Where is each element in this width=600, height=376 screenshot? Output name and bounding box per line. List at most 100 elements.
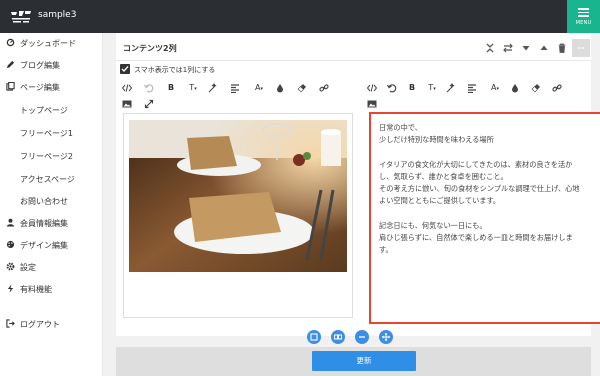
droplet-icon bbox=[512, 84, 518, 93]
sidebar-item-paid-features[interactable]: 有料機能 bbox=[0, 279, 103, 299]
add-single-block-button[interactable] bbox=[307, 330, 321, 344]
delete-button[interactable] bbox=[553, 39, 571, 57]
sidebar-item-member[interactable]: 会員情報編集 bbox=[0, 213, 103, 233]
more-options-button[interactable] bbox=[572, 39, 590, 57]
sidebar-item-blog[interactable]: ブログ編集 bbox=[0, 55, 103, 75]
sidebar-item-label: ページ編集 bbox=[20, 83, 60, 92]
font-color-button[interactable]: A▾ bbox=[249, 80, 269, 96]
text-style-button[interactable] bbox=[205, 80, 225, 96]
sidebar-item-access-page[interactable]: アクセスページ bbox=[0, 169, 103, 189]
right-toolbar-row2 bbox=[364, 96, 394, 112]
collapse-icon bbox=[486, 43, 494, 53]
sp-single-column-checkbox[interactable] bbox=[120, 64, 130, 74]
text-line: し、気取らず、誰かと食卓を囲むこと。 bbox=[379, 171, 508, 181]
text-line bbox=[379, 146, 599, 158]
text-content[interactable]: 日常の中で、 少しだけ特別な時間を味わえる場所 イタリアの食文化が大切にしてきた… bbox=[379, 122, 599, 256]
highlight-button[interactable] bbox=[507, 80, 523, 96]
right-toolbar: B T▾ A▾ bbox=[364, 80, 589, 96]
sidebar-item-logout[interactable]: ログアウト bbox=[0, 314, 103, 334]
sidebar-item-label: ログアウト bbox=[20, 320, 60, 329]
update-button[interactable]: 更新 bbox=[312, 351, 416, 371]
palette-icon bbox=[6, 240, 15, 249]
fullscreen-button[interactable] bbox=[141, 96, 157, 112]
link-button[interactable] bbox=[316, 80, 332, 96]
insert-image-button[interactable] bbox=[364, 96, 380, 112]
text-line: イタリアの食文化が大切にしてきたのは、素材の良さを活か bbox=[379, 159, 573, 169]
site-name[interactable]: sample3 bbox=[38, 10, 76, 20]
bold-button[interactable]: B bbox=[404, 80, 420, 96]
link-button[interactable] bbox=[549, 80, 565, 96]
eraser-icon bbox=[297, 84, 306, 93]
move-up-button[interactable] bbox=[535, 39, 553, 57]
source-button[interactable] bbox=[364, 80, 380, 96]
text-style-button[interactable] bbox=[443, 80, 463, 96]
top-bar: sample3 MENU bbox=[0, 0, 600, 33]
sidebar-item-label: 設定 bbox=[20, 263, 36, 272]
swap-icon bbox=[503, 43, 513, 53]
align-left-icon bbox=[468, 84, 476, 93]
content-block: コンテンツ2列 スマホ表示では1列にする B T▾ A▾ B T▾ A▾ 日常の… bbox=[116, 33, 600, 336]
clear-format-button[interactable] bbox=[294, 80, 310, 96]
text-line: 記念日にも、何気ない一日にも。 bbox=[379, 220, 487, 230]
move-down-button[interactable] bbox=[517, 39, 535, 57]
sidebar-item-label: フリーページ1 bbox=[20, 129, 73, 138]
magic-wand-icon bbox=[208, 83, 217, 93]
sidebar-item-label: デザイン編集 bbox=[20, 241, 68, 250]
sidebar-item-design[interactable]: デザイン編集 bbox=[0, 235, 103, 255]
sidebar-item-label: 有料機能 bbox=[20, 285, 52, 294]
undo-button[interactable] bbox=[141, 80, 157, 96]
text-line: その考え方に倣い、旬の食材をシンプルな調理で仕上げ、心地 bbox=[379, 183, 580, 193]
swap-columns-button[interactable] bbox=[499, 39, 517, 57]
font-size-button[interactable]: T▾ bbox=[183, 80, 203, 96]
checkmark-icon bbox=[121, 66, 129, 73]
menu-label: MENU bbox=[575, 20, 592, 26]
more-icon bbox=[577, 47, 585, 49]
sidebar-item-label: 会員情報編集 bbox=[20, 219, 68, 228]
undo-button[interactable] bbox=[384, 80, 400, 96]
undo-icon bbox=[387, 84, 397, 93]
expand-icon bbox=[144, 99, 154, 109]
sidebar-item-pages[interactable]: ページ編集 bbox=[0, 77, 103, 97]
add-two-column-button[interactable] bbox=[331, 330, 345, 344]
sidebar-item-contact[interactable]: お問い合わせ bbox=[0, 191, 103, 211]
font-color-button[interactable]: A▾ bbox=[485, 80, 505, 96]
collapse-button[interactable] bbox=[481, 39, 499, 57]
pencil-icon bbox=[6, 60, 15, 69]
sidebar-item-top-page[interactable]: トップページ bbox=[0, 100, 103, 120]
clear-format-button[interactable] bbox=[528, 80, 544, 96]
font-size-button[interactable]: T▾ bbox=[422, 80, 442, 96]
sidebar-item-dashboard[interactable]: ダッシュボード bbox=[0, 33, 103, 53]
add-divider-button[interactable] bbox=[355, 330, 369, 344]
droplet-icon bbox=[277, 84, 283, 93]
sidebar-item-label: ダッシュボード bbox=[20, 39, 76, 48]
sidebar-item-free-page-2[interactable]: フリーページ2 bbox=[0, 146, 103, 166]
site-logo[interactable] bbox=[10, 9, 32, 24]
text-line: 少しだけ特別な時間を味わえる場所 bbox=[379, 135, 494, 145]
align-button[interactable] bbox=[227, 80, 247, 96]
bolt-icon bbox=[7, 284, 14, 293]
text-line bbox=[379, 207, 599, 219]
insert-image-button[interactable] bbox=[119, 96, 135, 112]
restaurant-table-photo[interactable] bbox=[129, 120, 347, 272]
align-button[interactable] bbox=[464, 80, 484, 96]
text-line: 日常の中で、 bbox=[379, 123, 422, 132]
menu-button[interactable]: MENU bbox=[567, 0, 600, 33]
link-icon bbox=[319, 84, 329, 92]
text-line: す。 bbox=[379, 244, 393, 254]
gear-icon bbox=[6, 262, 15, 271]
main-content: コンテンツ2列 スマホ表示では1列にする B T▾ A▾ B T▾ A▾ 日常の… bbox=[103, 33, 600, 376]
move-block-button[interactable] bbox=[379, 330, 393, 344]
image-column[interactable] bbox=[123, 113, 353, 318]
text-column[interactable]: 日常の中で、 少しだけ特別な時間を味わえる場所 イタリアの食文化が大切にしてきた… bbox=[369, 112, 600, 324]
sidebar-item-settings[interactable]: 設定 bbox=[0, 257, 103, 277]
sp-single-column-option[interactable]: スマホ表示では1列にする bbox=[120, 63, 420, 77]
left-toolbar: B T▾ A▾ bbox=[119, 80, 359, 96]
sidebar-item-free-page-1[interactable]: フリーページ1 bbox=[0, 123, 103, 143]
undo-icon bbox=[144, 84, 154, 93]
two-column-icon bbox=[334, 334, 342, 340]
link-icon bbox=[552, 84, 562, 92]
source-button[interactable] bbox=[119, 80, 135, 96]
caret-down-icon bbox=[522, 46, 530, 51]
highlight-button[interactable] bbox=[272, 80, 288, 96]
bold-button[interactable]: B bbox=[163, 80, 179, 96]
